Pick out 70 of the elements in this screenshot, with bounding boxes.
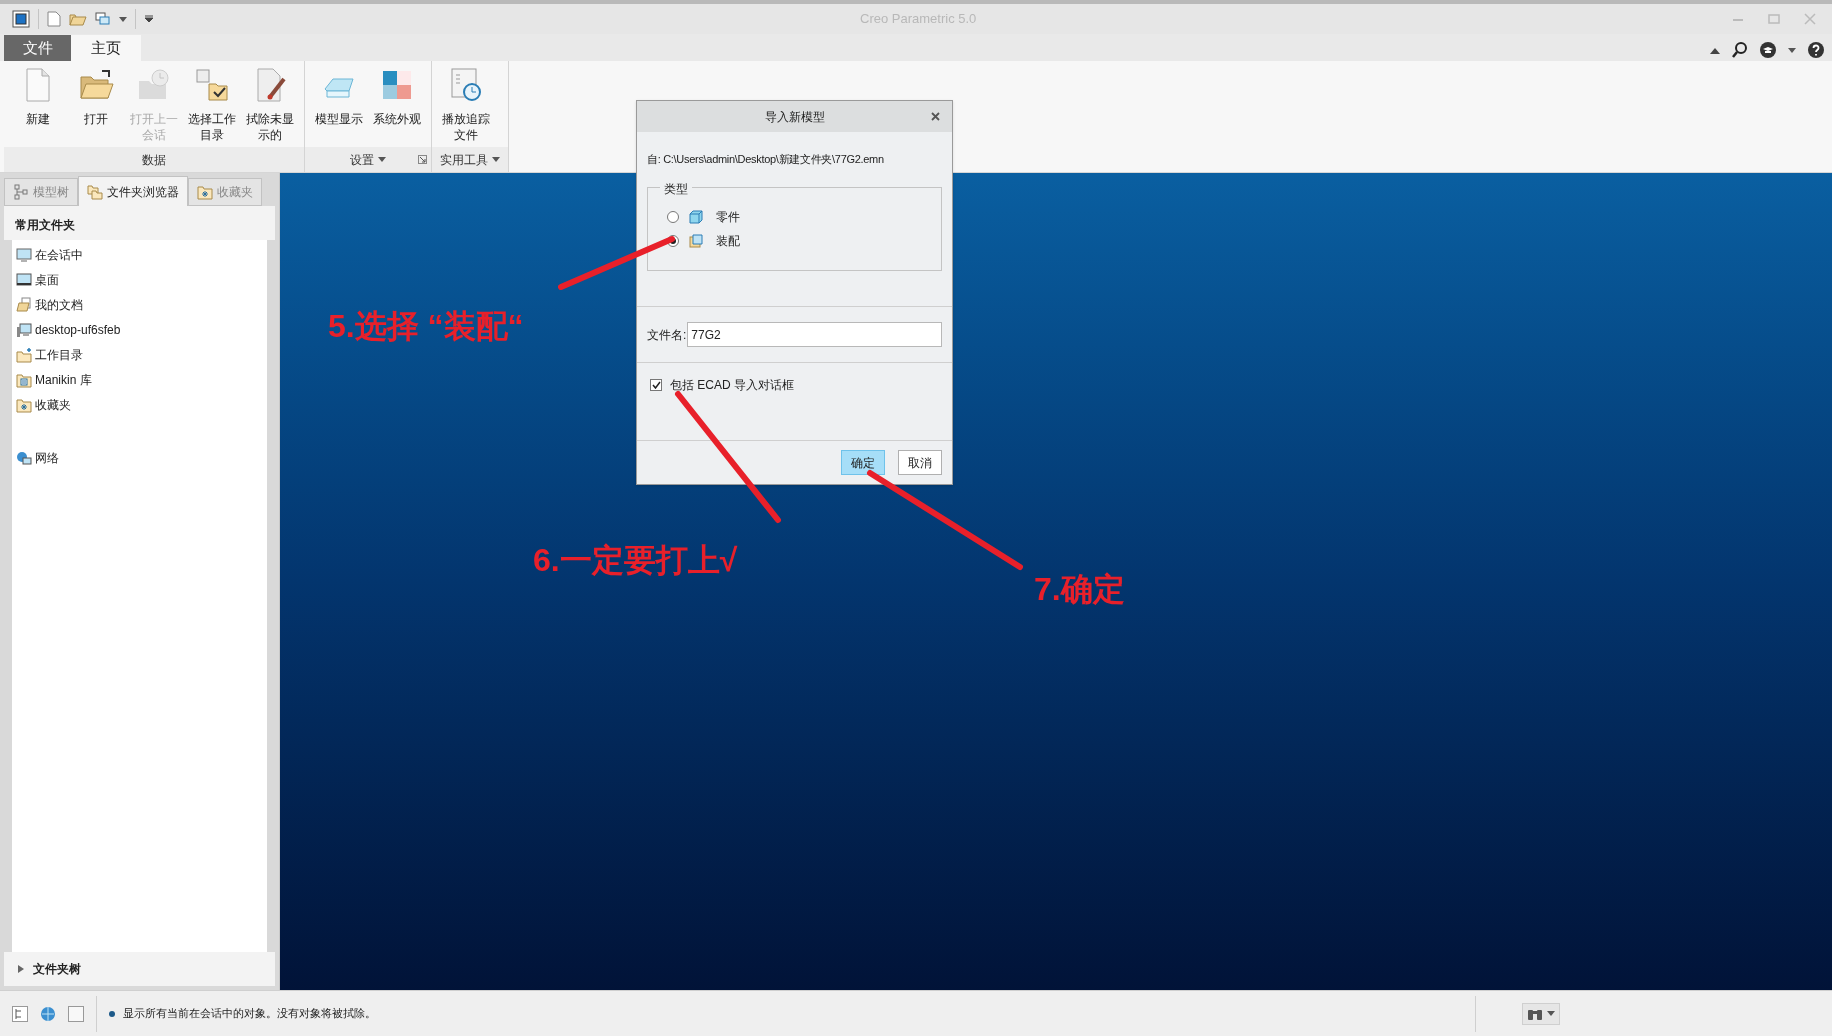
- dropdown-caret-icon: [1788, 47, 1796, 53]
- folder-item[interactable]: 桌面: [12, 271, 267, 289]
- folder-item[interactable]: 我的文档: [12, 296, 267, 314]
- ribbon-button[interactable]: 播放追踪文件: [438, 67, 494, 143]
- ribbon-button[interactable]: 选择工作目录: [184, 67, 240, 143]
- computer-icon: [16, 322, 32, 338]
- dialog-button[interactable]: 取消: [898, 450, 942, 475]
- favorites-folder-icon: [16, 397, 32, 413]
- ribbon-button[interactable]: 模型显示: [311, 67, 367, 127]
- radio-option[interactable]: 装配: [667, 232, 922, 250]
- bullet-icon: [109, 1010, 115, 1017]
- check-icon: [651, 381, 661, 389]
- folder-tree-toggle[interactable]: 文件夹树: [18, 960, 81, 978]
- navigator-tab[interactable]: 文件夹浏览器: [78, 176, 188, 206]
- desktop-icon: [16, 272, 32, 288]
- checkbox-option[interactable]: 包括 ECAD 导入对话框: [650, 376, 939, 394]
- dialog-title: 导入新模型: [764, 108, 825, 126]
- group-label[interactable]: 数据: [142, 150, 166, 169]
- folder-item[interactable]: 工作目录: [12, 346, 267, 364]
- folder-item[interactable]: 在会话中: [12, 246, 267, 264]
- folder-item[interactable]: 收藏夹: [12, 396, 267, 414]
- caret-icon: [378, 157, 386, 162]
- folders-icon: [87, 183, 103, 200]
- cube-icon: [689, 210, 703, 224]
- section-header: 常用文件夹: [15, 218, 75, 232]
- assembly-icon: [689, 234, 703, 248]
- collapse-caret-icon[interactable]: [1710, 46, 1720, 54]
- document-folder-icon: [16, 297, 32, 313]
- dropdown-caret-icon: [119, 16, 127, 22]
- filename-field[interactable]: 77G2: [687, 322, 942, 347]
- ribbon-button[interactable]: 系统外观: [369, 67, 425, 127]
- folder-check-icon: [194, 67, 230, 103]
- group-title: 类型: [660, 180, 692, 198]
- source-path: 自: C:\Users\admin\Desktop\新建文件夹\77G2.emn: [647, 153, 884, 165]
- annotation-text: 6.一定要打上√: [533, 541, 738, 580]
- ribbon-tab[interactable]: 文件: [4, 35, 71, 61]
- ribbon-button[interactable]: 拭除未显示的: [242, 67, 298, 143]
- folder-star-icon: [16, 347, 32, 363]
- field-label: 文件名:: [647, 326, 687, 344]
- find-button[interactable]: [1522, 1002, 1560, 1025]
- windows-icon[interactable]: [95, 12, 111, 26]
- caret-icon: [1547, 1011, 1555, 1016]
- annotation-text: 5.选择 “装配“: [328, 307, 524, 346]
- library-folder-icon: [16, 372, 32, 388]
- ribbon-tab[interactable]: 主页: [71, 35, 141, 61]
- expand-arrow-icon: [18, 965, 25, 973]
- globe-computer-icon: [16, 450, 32, 466]
- globe-icon[interactable]: [40, 1005, 56, 1022]
- monitor-icon: [16, 247, 32, 263]
- status-message: 显示所有当前在会话中的对象。没有对象将被拭除。: [123, 1006, 376, 1022]
- blank-square-icon[interactable]: [68, 1005, 84, 1022]
- folder-item[interactable]: Manikin 库: [12, 371, 267, 389]
- folder-item[interactable]: 网络: [12, 449, 267, 467]
- caret-icon: [492, 157, 500, 162]
- group-label[interactable]: 设置: [350, 150, 386, 169]
- folder-item[interactable]: desktop-uf6sfeb: [12, 321, 267, 339]
- customize-caret-icon[interactable]: [144, 15, 154, 23]
- dialog-button[interactable]: 确定: [841, 450, 885, 475]
- help-icon[interactable]: [1808, 42, 1824, 58]
- dialog-launcher-icon[interactable]: [418, 155, 427, 164]
- ribbon-button[interactable]: 打开: [68, 67, 124, 127]
- ribbon-button[interactable]: 新建: [10, 67, 66, 127]
- document-clock-icon: [448, 67, 484, 103]
- close-icon[interactable]: [931, 112, 940, 121]
- app-icon[interactable]: [12, 10, 30, 28]
- radio-option[interactable]: 零件: [667, 208, 922, 226]
- group-label[interactable]: 实用工具: [440, 150, 500, 169]
- favorites-folder-icon: [197, 184, 213, 200]
- search-icon[interactable]: [1732, 42, 1748, 58]
- annotation-text: 7.确定: [1034, 570, 1125, 609]
